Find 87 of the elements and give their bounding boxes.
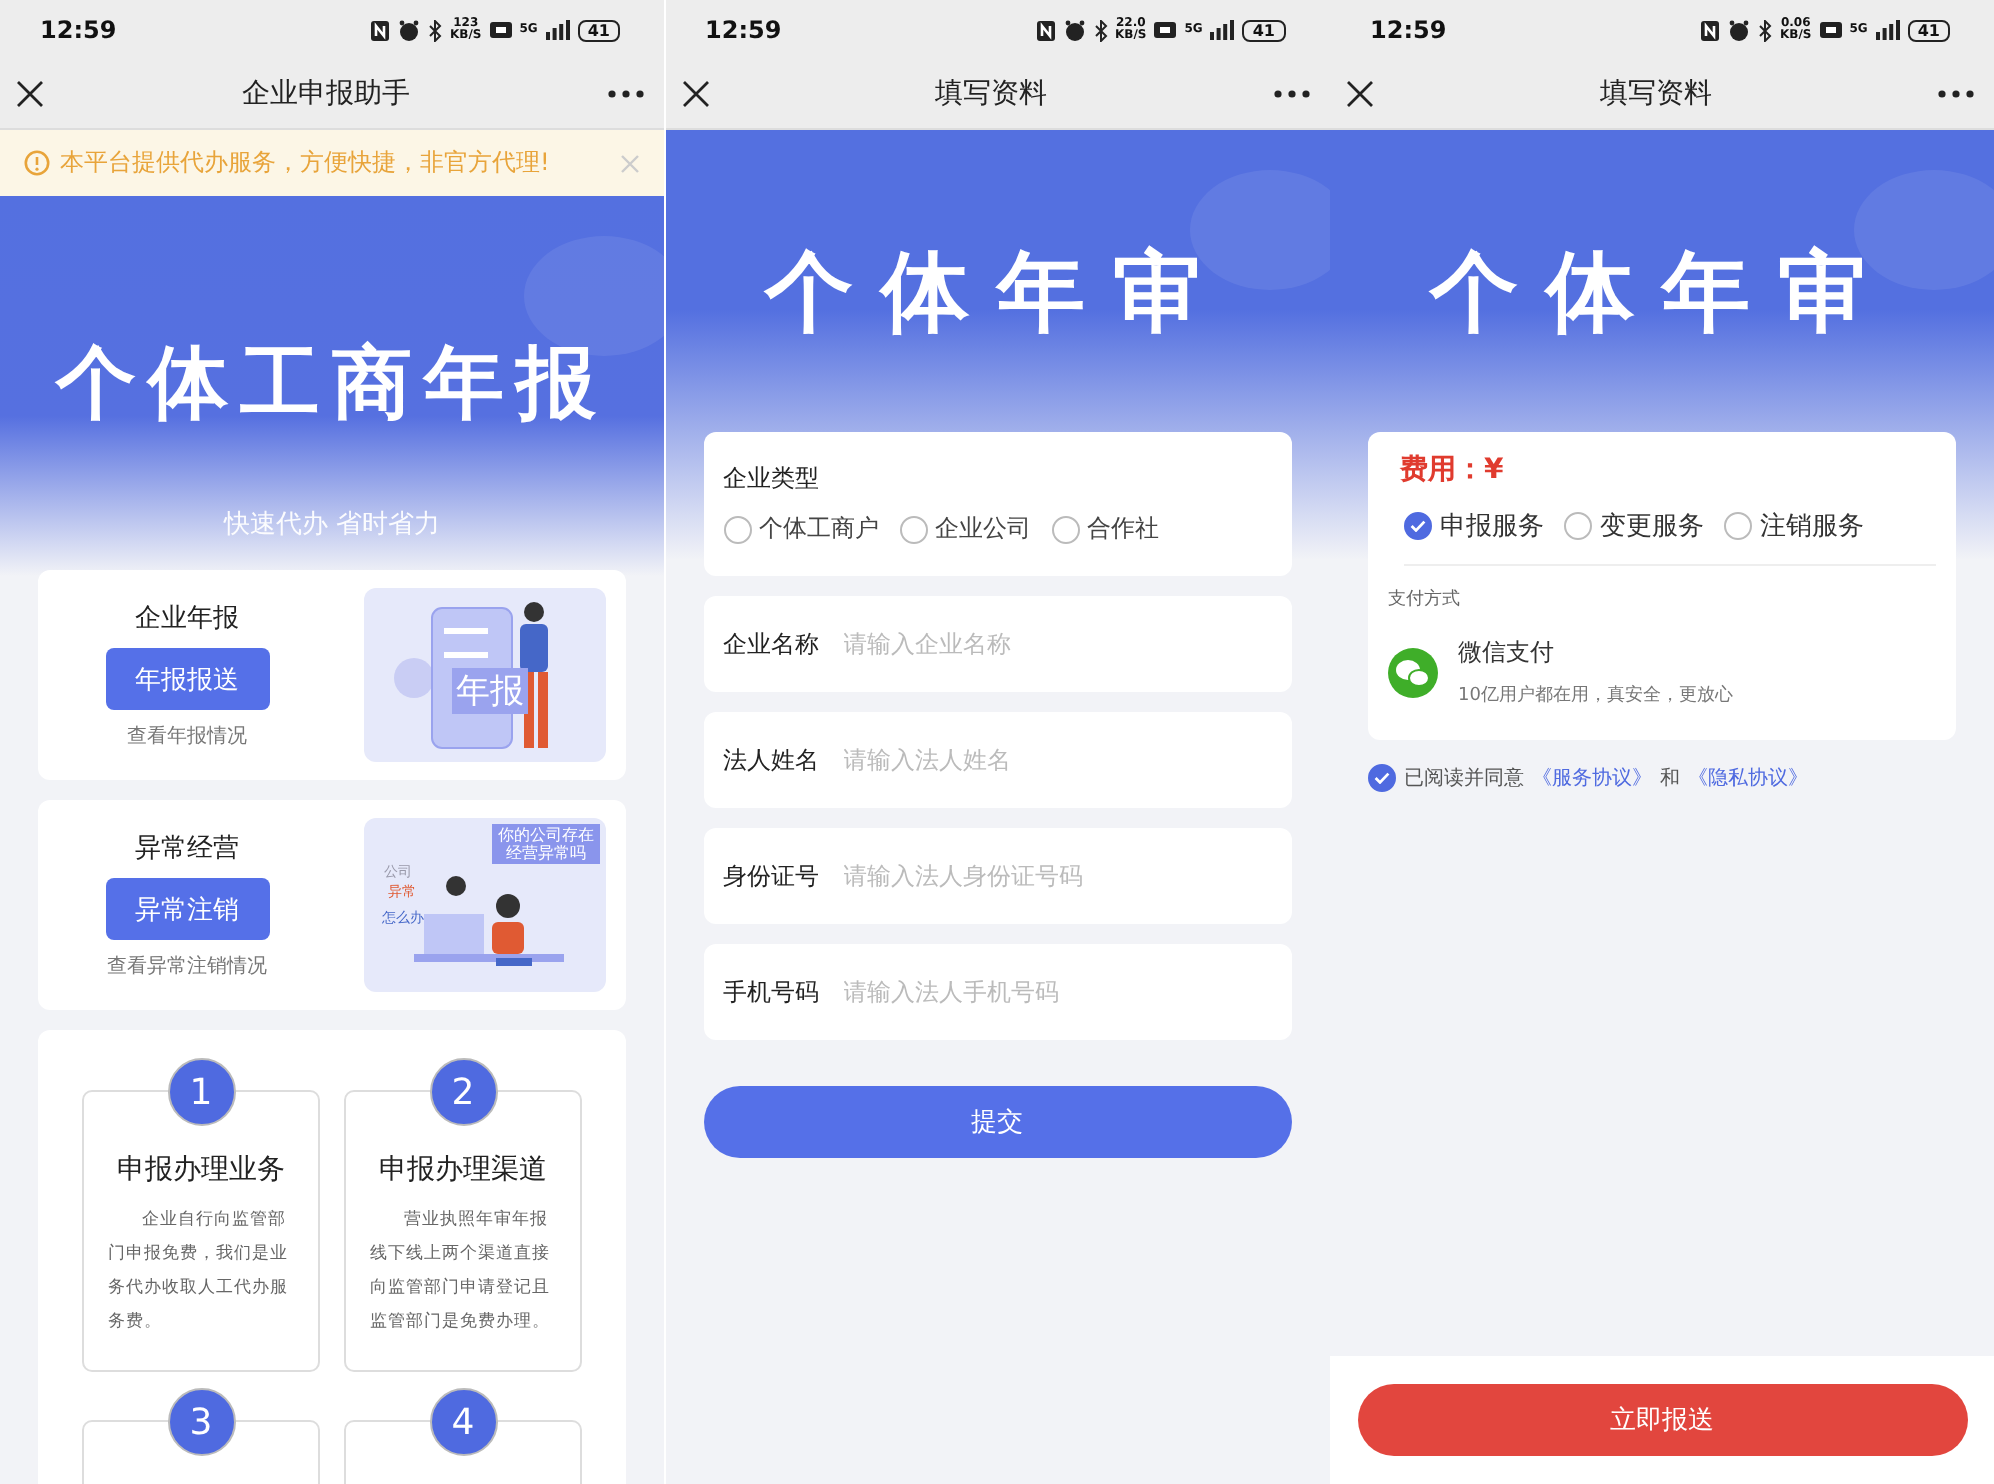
status-link[interactable]: 查看年报情况 <box>127 722 247 750</box>
step-number: 4 <box>429 1388 497 1456</box>
input-field[interactable]: 请输入企业名称 <box>839 628 1271 660</box>
step-description: 营业执照年审年报线下线上两个渠道直接向监管部门申请登记且监管部门是免费办理。 <box>368 1207 552 1336</box>
bluetooth-icon <box>1758 19 1772 41</box>
fee-label: 费用：¥ <box>1400 452 1506 488</box>
alarm-icon <box>1063 19 1085 41</box>
submit-button[interactable]: 提交 <box>703 1086 1291 1158</box>
step-number: 1 <box>167 1058 235 1126</box>
hd-icon <box>489 22 512 38</box>
page-title: 填写资料 <box>1598 76 1714 112</box>
option-label: 变更服务 <box>1600 510 1704 544</box>
radio-button[interactable] <box>1051 515 1079 543</box>
battery-level: 41 <box>1907 19 1950 41</box>
agreement-link[interactable]: 《服务协议》 <box>1532 764 1652 792</box>
warning-icon <box>24 150 50 176</box>
option-label: 申报服务 <box>1440 510 1544 544</box>
input-field[interactable]: 请输入法人手机号码 <box>839 976 1271 1008</box>
step-number: 2 <box>429 1058 497 1126</box>
action-button[interactable]: 年报报送 <box>105 648 269 710</box>
submit-button[interactable]: 立即报送 <box>1357 1384 1967 1456</box>
check-icon <box>1410 520 1426 532</box>
step-number: 3 <box>167 1388 235 1456</box>
field-label: 法人姓名 <box>723 743 819 777</box>
notice-text: 本平台提供代办服务，方便快捷，非官方代理! <box>60 146 550 180</box>
nfc-icon <box>1035 19 1055 41</box>
banner-title: 个体年审 <box>761 240 1231 348</box>
illustration-label: 你的公司存在经营异常吗 <box>492 824 600 864</box>
card-title: 异常经营 <box>135 832 239 866</box>
more-icon[interactable] <box>1273 90 1309 98</box>
agreement-text: 已阅读并同意 <box>1404 765 1524 792</box>
radio-button[interactable] <box>899 515 927 543</box>
radio-button[interactable] <box>723 515 751 543</box>
step-title: 申报办理业务 <box>115 1152 287 1188</box>
status-link[interactable]: 查看异常注销情况 <box>107 952 267 980</box>
illustration-label: 年报 <box>452 668 528 714</box>
page-title: 填写资料 <box>933 76 1049 112</box>
payment-method: 微信支付 <box>1458 636 1556 670</box>
hd-icon <box>1154 22 1177 38</box>
input-field[interactable]: 请输入法人身份证号码 <box>839 860 1271 892</box>
signal-icon <box>1875 20 1900 40</box>
option-label: 企业公司 <box>935 512 1031 546</box>
agreement-text: 和 <box>1660 765 1680 792</box>
field-label: 企业名称 <box>723 627 819 661</box>
bluetooth-icon <box>428 19 442 41</box>
field-label: 手机号码 <box>723 975 819 1009</box>
field-label: 身份证号 <box>723 859 819 893</box>
section-heading: 支付方式 <box>1388 587 1462 612</box>
more-icon[interactable] <box>608 90 644 98</box>
radio-button[interactable] <box>1564 512 1592 540</box>
close-icon[interactable] <box>16 80 44 108</box>
status-time: 12:59 <box>40 16 117 44</box>
check-icon <box>1374 772 1390 784</box>
bluetooth-icon <box>1093 19 1107 41</box>
page-title: 企业申报助手 <box>240 76 412 112</box>
nfc-icon <box>370 19 390 41</box>
battery-level: 41 <box>577 19 620 41</box>
card-title: 企业年报 <box>135 602 239 636</box>
input-field[interactable]: 请输入法人姓名 <box>839 744 1271 776</box>
close-icon[interactable] <box>1346 80 1374 108</box>
step-description: 企业自行向监管部门申报免费，我们是业务代办收取人工代办服务费。 <box>106 1208 290 1336</box>
battery-level: 41 <box>1242 19 1285 41</box>
option-label: 个体工商户 <box>759 512 879 546</box>
radio-button[interactable] <box>1404 512 1432 540</box>
status-time: 12:59 <box>705 16 782 44</box>
agreement-link[interactable]: 《隐私协议》 <box>1688 764 1808 792</box>
action-button[interactable]: 异常注销 <box>105 878 269 940</box>
chat-bubbles-icon <box>1388 647 1438 697</box>
field-label: 企业类型 <box>723 462 819 496</box>
step-title: 申报办理渠道 <box>377 1152 549 1188</box>
option-label: 注销服务 <box>1760 510 1864 544</box>
banner-subtitle: 快速代办 省时省力 <box>221 508 443 542</box>
agreement-checkbox[interactable] <box>1368 764 1396 792</box>
radio-button[interactable] <box>1724 512 1752 540</box>
banner-title: 个体工商年报 <box>53 336 610 434</box>
close-icon[interactable] <box>681 80 709 108</box>
nfc-icon <box>1700 19 1720 41</box>
alarm-icon <box>398 19 420 41</box>
banner-title: 个体年审 <box>1426 240 1896 348</box>
option-label: 合作社 <box>1087 512 1159 546</box>
hd-icon <box>1819 22 1842 38</box>
status-time: 12:59 <box>1370 16 1447 44</box>
more-icon[interactable] <box>1938 90 1974 98</box>
payment-note: 10亿用户都在用，真安全，更放心 <box>1458 683 1733 708</box>
signal-icon <box>545 20 570 40</box>
signal-icon <box>1210 20 1235 40</box>
alarm-icon <box>1728 19 1750 41</box>
